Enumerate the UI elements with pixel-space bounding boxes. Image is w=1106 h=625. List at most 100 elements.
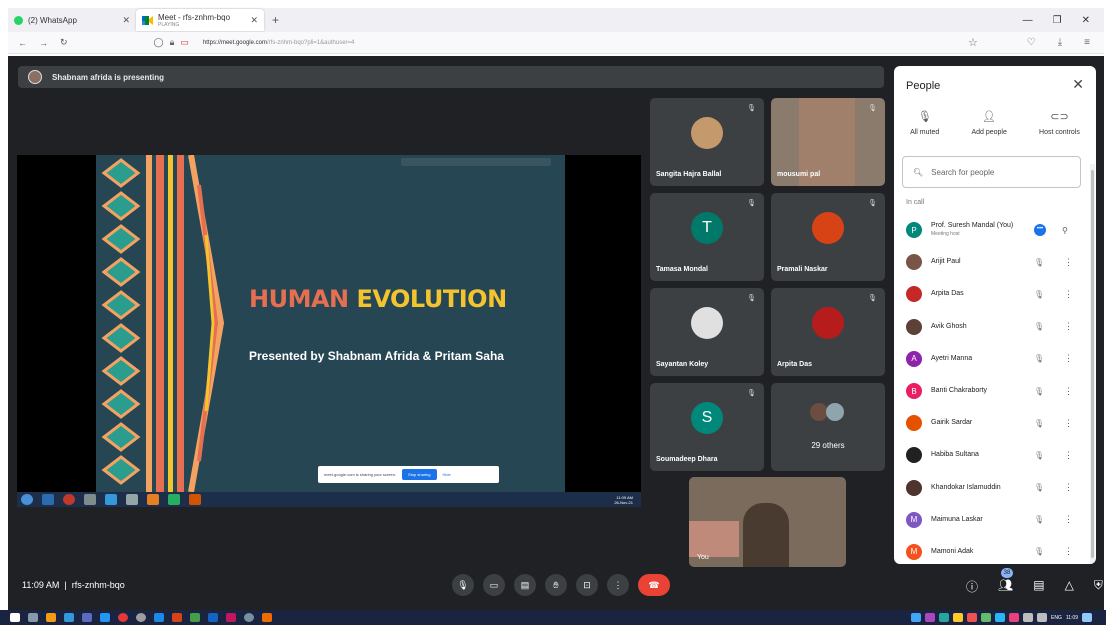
more-options-button[interactable]: ⋮ — [607, 574, 629, 596]
app-icon[interactable] — [136, 613, 146, 622]
forward-icon[interactable]: → — [39, 38, 48, 48]
list-item[interactable]: Khandokar Islamuddin 🎙︎ ⋮ — [894, 472, 1090, 504]
more-vert-icon[interactable]: ⋮ — [1064, 386, 1073, 397]
more-options-icon[interactable]: ••• — [1034, 224, 1046, 237]
participant-tile[interactable]: 🎙︎ Arpita Das — [771, 288, 885, 376]
panel-scrollbar[interactable] — [1090, 164, 1095, 564]
slideshow-toolbar[interactable] — [401, 158, 551, 166]
firefox-icon — [147, 494, 159, 505]
raise-hand-button[interactable]: ✋︎ — [545, 574, 567, 596]
activities-icon[interactable]: △ — [1065, 578, 1074, 595]
hide-button[interactable]: Hide — [443, 472, 451, 477]
more-vert-icon[interactable]: ⋮ — [1064, 450, 1073, 461]
pin-icon[interactable]: ⚲ — [1062, 226, 1068, 235]
word-icon[interactable] — [208, 613, 218, 622]
app-icon[interactable] — [46, 613, 56, 622]
download-icon[interactable]: ⤓ — [1058, 37, 1062, 48]
captions-button[interactable]: ▤ — [514, 574, 536, 596]
more-vert-icon[interactable]: ⋮ — [1064, 321, 1073, 332]
participant-tile[interactable]: 🎙︎ S Soumadeep Dhara — [650, 383, 764, 471]
participant-tile[interactable]: 🎙︎ T Tamasa Mondal — [650, 193, 764, 281]
more-vert-icon[interactable]: ⋮ — [1064, 418, 1073, 429]
more-vert-icon[interactable]: ⋮ — [1064, 514, 1073, 525]
close-icon[interactable]: ✕ — [122, 15, 130, 26]
host-controls-icon[interactable]: ⛨ — [1094, 578, 1103, 595]
app-icon[interactable] — [244, 613, 254, 622]
list-item[interactable]: P Prof. Suresh Mandal (You) Meeting host … — [894, 214, 1090, 246]
self-view[interactable]: You — [689, 477, 846, 567]
tray-icon[interactable] — [1009, 613, 1019, 622]
tray-icon[interactable] — [981, 613, 991, 622]
list-item[interactable]: Gairik Sardar 🎙︎ ⋮ — [894, 407, 1090, 439]
site-info-icons[interactable]: ◯ 🔒︎ ▭ — [154, 37, 189, 48]
more-vert-icon[interactable]: ⋮ — [1064, 546, 1073, 557]
meeting-details-icon[interactable]: ⓘ — [966, 578, 978, 595]
more-vert-icon[interactable]: ⋮ — [1064, 353, 1073, 364]
list-item[interactable]: Avik Ghosh 🎙︎ ⋮ — [894, 311, 1090, 343]
powerpoint-icon[interactable] — [172, 613, 182, 622]
others-tile[interactable]: 29 others — [771, 383, 885, 471]
list-item[interactable]: B Banti Chakraborty 🎙︎ ⋮ — [894, 375, 1090, 407]
participant-tile[interactable]: 🎙︎ Pramali Naskar — [771, 193, 885, 281]
opera-icon[interactable] — [118, 613, 128, 622]
app-icon[interactable] — [100, 613, 110, 622]
app-icon[interactable] — [226, 613, 236, 622]
close-panel-icon[interactable]: ✕ — [1072, 76, 1084, 93]
camera-button[interactable]: ▭ — [483, 574, 505, 596]
search-input[interactable]: 🔍︎ Search for people — [902, 156, 1081, 188]
stop-sharing-button[interactable]: Stop sharing — [402, 469, 437, 480]
tray-icon[interactable] — [995, 613, 1005, 622]
url-field[interactable]: https://meet.google.com/rfs-znhm-bqo?pli… — [203, 40, 354, 46]
people-icon[interactable]: 👥︎ — [998, 578, 1013, 595]
mic-button[interactable]: 🎙︎ — [452, 574, 474, 596]
participant-tile[interactable]: 🎙︎ Sayantan Koley — [650, 288, 764, 376]
chat-icon[interactable]: ▤ — [1033, 578, 1044, 595]
windows-start-icon[interactable] — [10, 613, 20, 622]
firefox-icon[interactable] — [262, 613, 272, 622]
close-icon[interactable]: ✕ — [250, 15, 258, 26]
language-indicator[interactable]: ENG — [1051, 615, 1062, 621]
notification-icon[interactable] — [1082, 613, 1092, 622]
tray-icon[interactable] — [953, 613, 963, 622]
tray-icon[interactable] — [939, 613, 949, 622]
list-item[interactable]: M Maimuna Laskar 🎙︎ ⋮ — [894, 504, 1090, 536]
tab-whatsapp[interactable]: (2) WhatsApp ✕ — [8, 9, 136, 31]
tray-icon[interactable] — [911, 613, 921, 622]
participant-video-tile[interactable]: 🎙︎ mousumi pal — [771, 98, 885, 186]
system-clock[interactable]: 11:09 — [1066, 615, 1078, 621]
list-item[interactable]: A Ayetri Manna 🎙︎ ⋮ — [894, 343, 1090, 375]
list-item[interactable]: M Mamoni Adak 🎙︎ ⋮ — [894, 536, 1090, 564]
close-window-icon[interactable]: ✕ — [1082, 15, 1090, 26]
scrollbar-thumb[interactable] — [1091, 170, 1094, 558]
add-people-button[interactable]: 👤︎ Add people — [971, 110, 1006, 136]
search-icon[interactable] — [28, 613, 38, 622]
bookmark-star-icon[interactable]: ☆ — [968, 36, 978, 49]
restore-icon[interactable]: ❐ — [1053, 15, 1062, 26]
host-controls-button[interactable]: ⊂⊃ Host controls — [1039, 110, 1080, 136]
leave-call-button[interactable]: ☎︎ — [638, 574, 670, 596]
new-tab-button[interactable]: + — [264, 13, 287, 27]
list-item[interactable]: Arpita Das 🎙︎ ⋮ — [894, 278, 1090, 310]
list-item[interactable]: Arijit Paul 🎙︎ ⋮ — [894, 246, 1090, 278]
reload-icon[interactable]: ↻ — [60, 37, 68, 48]
more-vert-icon[interactable]: ⋮ — [1064, 289, 1073, 300]
volume-icon[interactable] — [1037, 613, 1047, 622]
participant-tile[interactable]: 🎙︎ Sangita Hajra Ballal — [650, 98, 764, 186]
minimize-icon[interactable]: — — [1023, 15, 1033, 26]
list-item[interactable]: Habiba Sultana 🎙︎ ⋮ — [894, 439, 1090, 471]
more-vert-icon[interactable]: ⋮ — [1064, 482, 1073, 493]
back-icon[interactable]: ← — [18, 38, 27, 48]
menu-icon[interactable]: ≡ — [1084, 37, 1090, 48]
tab-meet[interactable]: Meet - rfs-znhm-bqo PLAYING ✕ — [136, 9, 264, 31]
tray-icon[interactable] — [967, 613, 977, 622]
app-icon[interactable] — [64, 613, 74, 622]
more-vert-icon[interactable]: ⋮ — [1064, 257, 1073, 268]
app-icon[interactable] — [190, 613, 200, 622]
app-icon[interactable] — [82, 613, 92, 622]
pocket-icon[interactable]: ♡ — [1027, 37, 1036, 48]
present-button[interactable]: ⊡ — [576, 574, 598, 596]
tray-icon[interactable] — [925, 613, 935, 622]
app-icon[interactable] — [154, 613, 164, 622]
wifi-icon[interactable] — [1023, 613, 1033, 622]
all-muted-button[interactable]: 🎙︎ All muted — [910, 110, 939, 136]
